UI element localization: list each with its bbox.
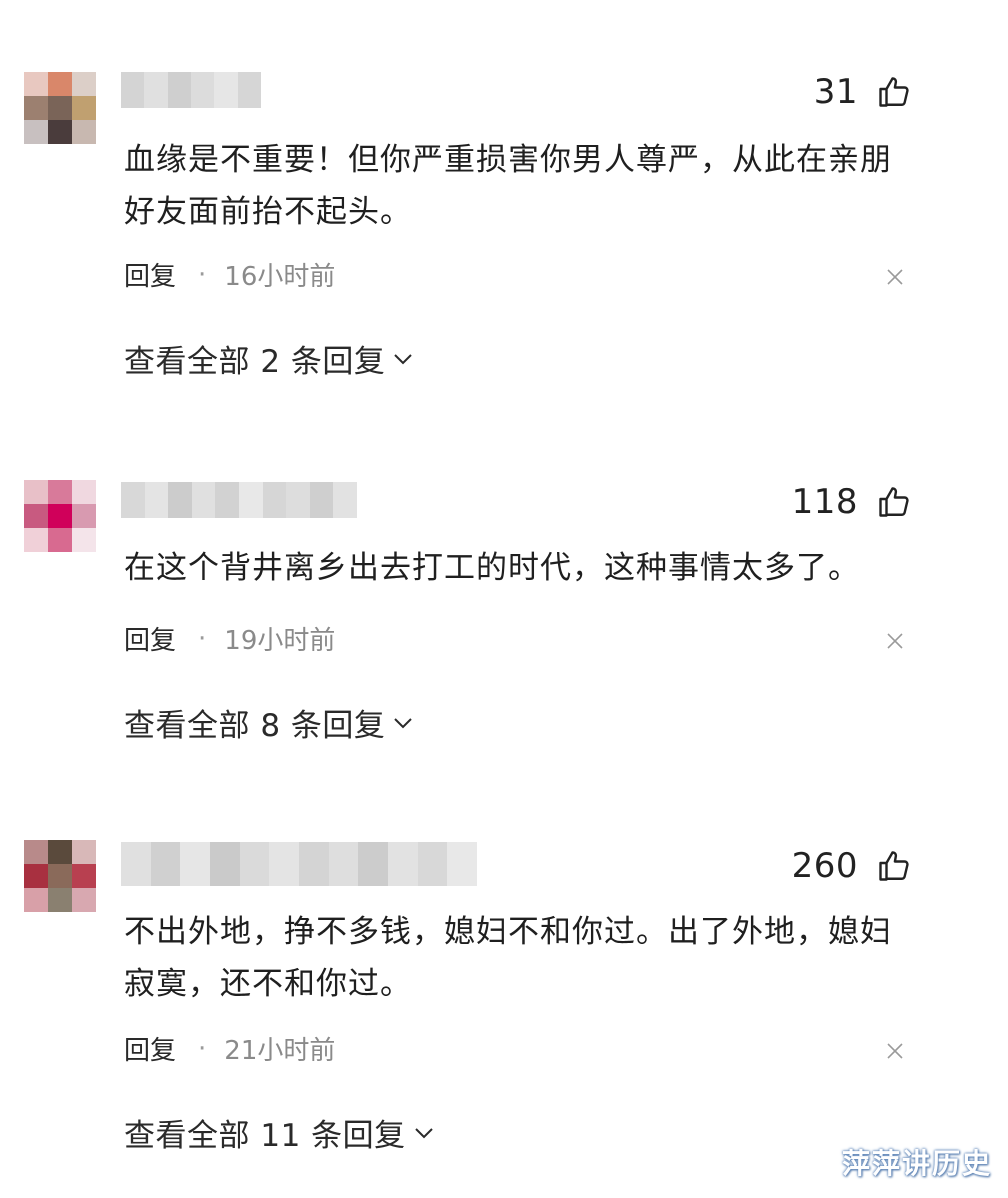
comment-meta: 回复 · 21小时前 [124,1030,335,1067]
username-blur-block [215,482,239,518]
username-blur-block [388,842,418,886]
username-blur-block [191,482,216,518]
watermark-text: 萍萍讲历史 [841,1147,992,1180]
avatar[interactable] [24,840,96,912]
like-count: 260 [791,846,858,886]
avatar-pixel [24,840,48,864]
avatar-pixel [72,528,96,552]
comment-time: 19小时前 [224,626,336,656]
avatar-pixel [24,888,48,912]
avatar-pixel [48,504,72,528]
avatar-pixel [72,840,96,864]
avatar-pixel [72,864,96,888]
close-icon[interactable] [884,1040,906,1062]
reply-button[interactable]: 回复 [124,1030,176,1067]
like-count: 118 [791,482,858,522]
username-blur-block [309,482,334,518]
separator-dot: · [198,1033,207,1064]
username-blur-block [286,482,310,518]
avatar-pixel [48,888,72,912]
username-blur-block [121,842,151,886]
avatar-pixel [48,840,72,864]
thumbs-up-icon[interactable] [876,484,912,520]
separator-dot: · [198,623,207,654]
comment-meta: 回复 · 19小时前 [124,620,335,657]
username-blur-block [144,482,169,518]
thumbs-up-icon[interactable] [876,848,912,884]
avatar-pixel [48,528,72,552]
username-blur-block [447,842,478,886]
username-blur-block [210,842,240,886]
username-blurred[interactable] [121,482,357,518]
chevron-down-icon [414,1127,433,1138]
comment-text: 不出外地，挣不多钱，媳妇不和你过。出了外地，媳妇寂寞，还不和你过。 [124,914,892,1002]
avatar[interactable] [24,480,96,552]
view-all-replies-label: 查看全部 8 条回复 [124,708,386,744]
username-blur-block [168,482,192,518]
username-blur-block [358,842,389,886]
username-blur-block [180,842,211,886]
avatar-pixel [24,480,48,504]
comment-item: 260 不出外地，挣不多钱，媳妇不和你过。出了外地，媳妇寂寞，还不和你过。 回复… [0,0,1008,1154]
reply-button[interactable]: 回复 [124,620,176,657]
like-control[interactable]: 118 [792,482,912,522]
comment-time: 21小时前 [224,1036,336,1066]
avatar-pixel [48,480,72,504]
username-blur-block [269,842,300,886]
avatar-pixel [48,864,72,888]
username-blurred[interactable] [121,842,478,886]
username-blur-block [333,482,357,518]
username-blur-block [328,842,359,886]
avatar-pixel [72,504,96,528]
view-all-replies-label: 查看全部 11 条回复 [124,1118,406,1154]
comment-text: 在这个背井离乡出去打工的时代，这种事情太多了。 [124,550,860,586]
view-all-replies-button[interactable]: 查看全部 8 条回复 [124,700,415,745]
username-blur-block [262,482,287,518]
username-blur-block [417,842,448,886]
username-blur-block [121,482,145,518]
username-blur-block [239,842,270,886]
username-blur-block [150,842,181,886]
chevron-down-icon [394,717,413,728]
close-icon[interactable] [884,630,906,652]
like-control[interactable]: 260 [792,846,912,886]
avatar-pixel [24,528,48,552]
avatar-pixel [24,504,48,528]
avatar-pixel [72,480,96,504]
username-blur-block [238,482,263,518]
avatar-pixel [72,888,96,912]
view-all-replies-button[interactable]: 查看全部 11 条回复 [124,1110,436,1155]
username-blur-block [299,842,329,886]
avatar-pixel [24,864,48,888]
